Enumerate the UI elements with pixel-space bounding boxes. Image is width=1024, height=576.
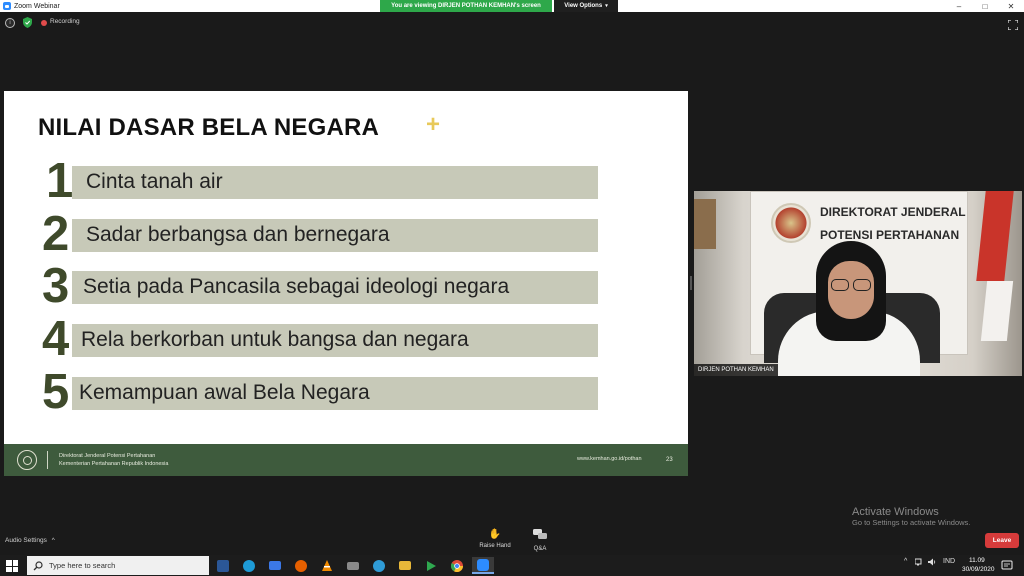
taskbar-word-icon[interactable] xyxy=(212,557,234,574)
audio-settings-label: Audio Settings xyxy=(5,537,47,544)
taskbar-clock-time[interactable]: 11.09 xyxy=(969,557,985,564)
plaque-text-line2: POTENSI PERTAHANAN xyxy=(820,228,960,242)
kemhan-logo-icon xyxy=(17,450,37,470)
meeting-info-icon[interactable]: i xyxy=(5,18,15,28)
tray-language[interactable]: IND xyxy=(943,558,955,565)
hand-icon: ✋ xyxy=(488,529,502,540)
security-shield-icon[interactable] xyxy=(22,17,32,28)
tray-chevron-icon[interactable]: ^ xyxy=(904,558,907,565)
taskbar-zoom-icon[interactable] xyxy=(472,557,494,574)
slide-item-number: 5 xyxy=(42,365,70,419)
chat-bubbles-icon xyxy=(533,529,547,544)
taskbar-mail-icon[interactable] xyxy=(264,557,286,574)
qa-button[interactable]: Q&A xyxy=(520,529,560,553)
recording-dot-icon xyxy=(41,20,47,26)
slide-list-item: 5 Kemampuan awal Bela Negara xyxy=(42,365,598,419)
slide-list-item: 4 Rela berkorban untuk bangsa dan negara xyxy=(42,312,598,366)
emblem-icon xyxy=(771,203,811,243)
meeting-status-row: i Recording xyxy=(0,14,1024,32)
slide-list-item: 2 Sadar berbangsa dan bernegara xyxy=(42,207,598,261)
taskbar-edge-legacy-icon[interactable] xyxy=(368,557,390,574)
slide-title: NILAI DASAR BELA NEGARA xyxy=(38,114,380,141)
chevron-up-icon: ^ xyxy=(51,537,55,544)
windows-taskbar: Type here to search ^ IND 11.09 30/09/20… xyxy=(0,555,1024,576)
split-resize-handle[interactable] xyxy=(690,276,692,290)
slide-list-item: 3 Setia pada Pancasila sebagai ideologi … xyxy=(42,259,598,313)
taskbar-scanner-icon[interactable] xyxy=(342,557,364,574)
footer-url: www.kemhan.go.id/pothan xyxy=(577,456,642,462)
slide-item-number: 4 xyxy=(42,312,70,366)
recording-label: Recording xyxy=(50,18,80,25)
maximize-button[interactable]: □ xyxy=(972,0,998,12)
view-options-button[interactable]: View Options ▾ xyxy=(554,0,618,12)
footer-divider xyxy=(47,451,48,469)
footer-org-line2: Kementerian Pertahanan Republik Indonesi… xyxy=(59,461,169,467)
taskbar-edge-icon[interactable] xyxy=(238,557,260,574)
slide-list-item: 1 Cinta tanah air xyxy=(42,154,598,208)
activate-windows-subtitle: Go to Settings to activate Windows. xyxy=(852,518,971,527)
shared-screen-slide: NILAI DASAR BELA NEGARA + 1 Cinta tanah … xyxy=(4,91,688,476)
taskbar-vlc-icon[interactable] xyxy=(316,557,338,574)
slide-item-number: 3 xyxy=(42,259,70,313)
tray-volume-icon[interactable] xyxy=(928,558,937,568)
zoom-webinar-window: Zoom Webinar You are viewing DIRJEN POTH… xyxy=(0,0,1024,576)
taskbar-chrome-icon[interactable] xyxy=(446,557,468,574)
taskbar-firefox-icon[interactable] xyxy=(290,557,312,574)
raise-hand-label: Raise Hand xyxy=(479,543,511,549)
chevron-down-icon: ▾ xyxy=(605,3,608,9)
slide-item-text: Setia pada Pancasila sebagai ideologi ne… xyxy=(83,275,510,298)
leave-button[interactable]: Leave xyxy=(985,533,1019,548)
audio-settings-button[interactable]: Audio Settings ^ xyxy=(5,537,55,544)
slide-footer: Direktorat Jenderal Potensi Pertahanan K… xyxy=(4,444,688,476)
taskbar-media-app-icon[interactable] xyxy=(420,557,442,574)
participant-name-tag: DIRJEN POTHAN KEMHAN xyxy=(694,364,778,376)
notification-center-icon[interactable] xyxy=(1001,559,1013,571)
glasses-icon xyxy=(831,279,871,291)
zoom-app-icon xyxy=(3,2,11,10)
picture-frame xyxy=(694,199,716,249)
raise-hand-button[interactable]: ✋ Raise Hand xyxy=(475,529,515,553)
windows-start-icon[interactable] xyxy=(6,560,18,572)
plaque-text-line1: DIREKTORAT JENDERAL xyxy=(820,205,966,219)
taskbar-file-explorer-icon[interactable] xyxy=(394,557,416,574)
taskbar-clock-date[interactable]: 30/09/2020 xyxy=(962,566,995,573)
search-placeholder: Type here to search xyxy=(49,561,116,570)
speaker-video-tile[interactable]: DIREKTORAT JENDERAL POTENSI PERTAHANAN D… xyxy=(694,191,1022,376)
fullscreen-icon[interactable] xyxy=(1007,17,1019,31)
minimize-button[interactable]: – xyxy=(946,0,972,12)
slide-item-text: Rela berkorban untuk bangsa dan negara xyxy=(81,328,469,351)
slide-item-text: Cinta tanah air xyxy=(86,170,223,193)
slide-page-number: 23 xyxy=(666,457,673,463)
activate-windows-title: Activate Windows xyxy=(852,506,939,518)
slide-item-number: 1 xyxy=(46,154,74,208)
tray-network-icon[interactable] xyxy=(914,558,924,568)
taskbar-search-box[interactable]: Type here to search xyxy=(27,556,209,575)
slide-item-text: Kemampuan awal Bela Negara xyxy=(79,381,370,404)
screen-share-banner: You are viewing DIRJEN POTHAN KEMHAN's s… xyxy=(380,0,552,12)
slide-item-text: Sadar berbangsa dan bernegara xyxy=(86,223,390,246)
window-controls: – □ ✕ xyxy=(946,0,1024,12)
slide-item-number: 2 xyxy=(42,207,70,261)
search-icon xyxy=(33,560,43,570)
footer-org-line1: Direktorat Jenderal Potensi Pertahanan xyxy=(59,453,156,459)
view-options-label: View Options xyxy=(564,3,603,9)
plus-decoration-icon: + xyxy=(426,111,441,138)
close-button[interactable]: ✕ xyxy=(998,0,1024,12)
qa-label: Q&A xyxy=(533,546,547,552)
window-title: Zoom Webinar xyxy=(14,2,60,10)
